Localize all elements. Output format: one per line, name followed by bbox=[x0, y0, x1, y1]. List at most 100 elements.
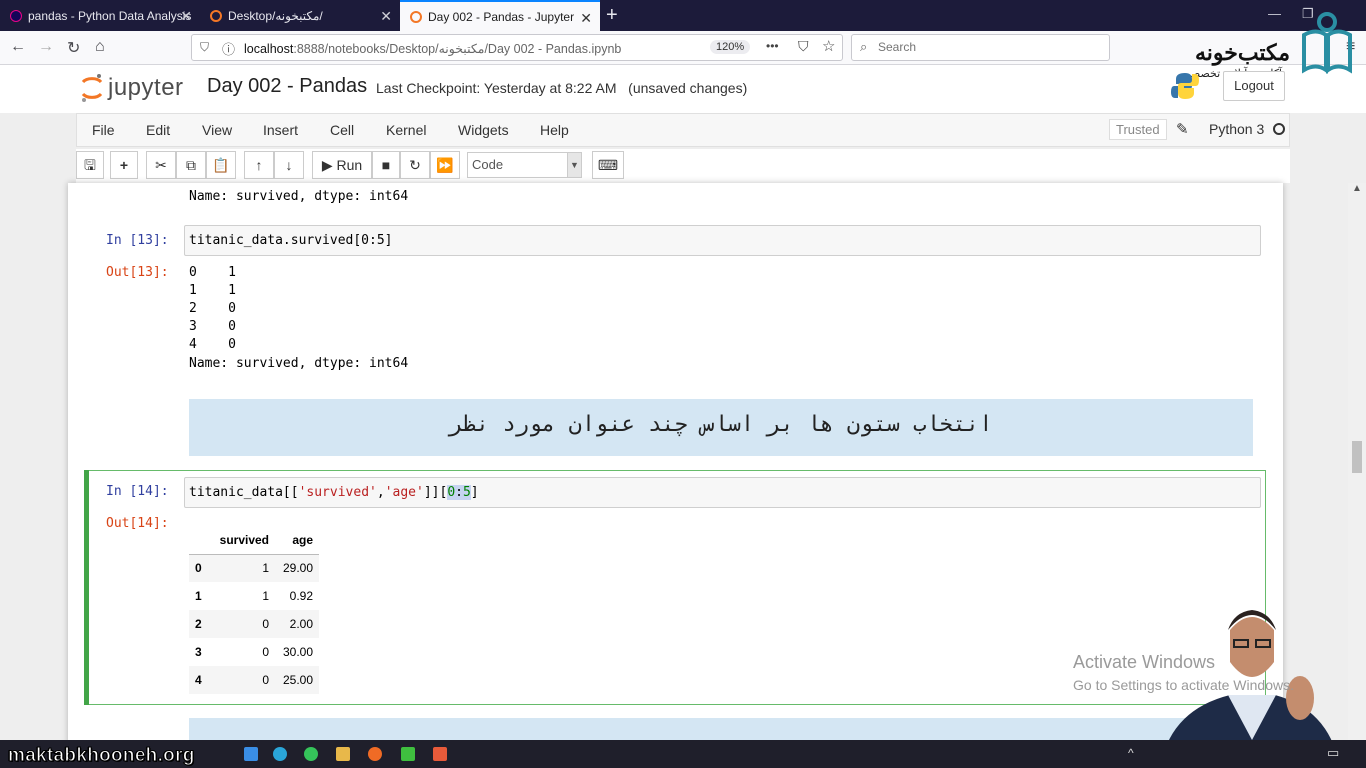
move-down-icon[interactable]: ↓ bbox=[274, 151, 304, 179]
stop-icon[interactable]: ■ bbox=[372, 151, 400, 179]
mail-icon[interactable] bbox=[244, 747, 258, 761]
keyboard-icon[interactable]: ⌨ bbox=[592, 151, 624, 179]
table-index-cell: 3 bbox=[195, 645, 202, 659]
table-cell: 0 bbox=[262, 645, 269, 659]
menu-file[interactable]: File bbox=[92, 122, 115, 138]
restart-run-all-icon[interactable]: ⏩ bbox=[430, 151, 460, 179]
browser-tab-pandas-docs[interactable]: pandas - Python Data Analysis ✕ bbox=[0, 0, 200, 31]
camtasia-icon[interactable] bbox=[401, 747, 415, 761]
table-cell: 30.00 bbox=[282, 645, 313, 659]
zoom-level[interactable]: 120% bbox=[710, 40, 751, 54]
cell13-output-line: 2 0 bbox=[189, 301, 236, 316]
pocket-icon[interactable]: ⛉ bbox=[798, 38, 809, 55]
table-cell: 0.92 bbox=[289, 589, 313, 603]
markdown-heading-text: انتخاب ستون ها بر اساس چند عنوان مورد نظ… bbox=[449, 412, 993, 437]
notification-icon[interactable]: ▭ bbox=[1327, 745, 1339, 761]
menu-bar: File Edit View Insert Cell Kernel Widget… bbox=[76, 113, 1290, 147]
table-index-cell: 2 bbox=[195, 617, 202, 631]
previous-output-tail: Name: survived, dtype: int64 bbox=[189, 189, 409, 204]
close-tab-icon[interactable]: ✕ bbox=[580, 10, 592, 27]
table-header-age: age bbox=[275, 526, 319, 555]
browser-tab-bar: pandas - Python Data Analysis ✕ Desktop/… bbox=[0, 0, 1366, 31]
info-icon[interactable]: ⓘ bbox=[222, 39, 235, 58]
cell14-in-prompt: In [14]: bbox=[106, 484, 169, 499]
close-tab-icon[interactable]: ✕ bbox=[380, 8, 392, 25]
run-icon: ▶ bbox=[321, 157, 333, 173]
table-cell: 1 bbox=[262, 589, 269, 603]
dataframe-output-table: survived age 0 1 29.00 1 1 0.92 2 0 2.00… bbox=[189, 526, 319, 694]
move-up-icon[interactable]: ↑ bbox=[244, 151, 274, 179]
menu-widgets[interactable]: Widgets bbox=[458, 122, 509, 138]
home-icon[interactable]: ⌂ bbox=[95, 38, 105, 56]
search-box[interactable]: ⌕ bbox=[851, 34, 1110, 61]
menu-view[interactable]: View bbox=[202, 122, 232, 138]
brand-name: مکتب‌خونه bbox=[1194, 40, 1290, 65]
run-button[interactable]: ▶ Run bbox=[312, 151, 372, 179]
save-icon[interactable]: 🖫 bbox=[76, 151, 104, 179]
whatsapp-icon[interactable] bbox=[304, 747, 318, 761]
page-actions-icon[interactable]: ••• bbox=[766, 39, 779, 53]
menu-cell[interactable]: Cell bbox=[330, 122, 354, 138]
table-row: 4 0 25.00 bbox=[189, 666, 319, 694]
search-icon: ⌕ bbox=[860, 39, 868, 54]
jupyter-logo-text[interactable]: jupyter bbox=[108, 74, 184, 102]
restart-icon[interactable]: ↻ bbox=[400, 151, 430, 179]
cell13-output-line: 3 0 bbox=[189, 319, 236, 334]
insert-cell-icon[interactable]: + bbox=[110, 151, 138, 179]
table-index-cell: 1 bbox=[195, 589, 202, 603]
cell13-output-line: 1 1 bbox=[189, 283, 236, 298]
browser-tab-desktop[interactable]: Desktop/مکتبخونه/ ✕ bbox=[200, 0, 400, 31]
menu-help[interactable]: Help bbox=[540, 122, 569, 138]
kernel-idle-indicator-icon bbox=[1273, 123, 1285, 135]
markdown-heading-cell[interactable]: انتخاب ستون ها بر اساس چند عنوان مورد نظ… bbox=[189, 399, 1253, 456]
cell-type-select[interactable]: Code ▼ bbox=[467, 152, 582, 178]
brand-logo-icon bbox=[1302, 12, 1352, 74]
kernel-name[interactable]: Python 3 bbox=[1209, 121, 1264, 137]
cell13-code-input[interactable]: titanic_data.survived[0:5] bbox=[184, 225, 1261, 256]
python-logo-icon bbox=[1171, 73, 1199, 99]
jupyter-favicon-icon bbox=[210, 9, 222, 22]
notebook-title[interactable]: Day 002 - Pandas bbox=[207, 75, 367, 98]
checkpoint-status: Last Checkpoint: Yesterday at 8:22 AM (u… bbox=[376, 80, 748, 96]
edit-pencil-icon[interactable]: ✎ bbox=[1176, 120, 1189, 138]
file-explorer-icon[interactable] bbox=[336, 747, 350, 761]
new-tab-icon[interactable]: + bbox=[606, 4, 618, 27]
trusted-badge[interactable]: Trusted bbox=[1109, 119, 1167, 140]
pandas-favicon-icon bbox=[10, 9, 22, 22]
logout-button[interactable]: Logout bbox=[1223, 71, 1285, 101]
copy-icon[interactable]: ⧉ bbox=[176, 151, 206, 179]
bookmark-star-icon[interactable]: ☆ bbox=[822, 37, 835, 55]
cut-icon[interactable]: ✂ bbox=[146, 151, 176, 179]
scrollbar-thumb[interactable] bbox=[1352, 441, 1362, 473]
telegram-icon[interactable] bbox=[273, 747, 287, 761]
close-tab-icon[interactable]: ✕ bbox=[180, 8, 192, 25]
back-arrow-icon[interactable]: ← bbox=[10, 38, 26, 56]
table-index-cell: 0 bbox=[195, 561, 202, 576]
selected-cell-indicator bbox=[84, 470, 89, 705]
site-watermark: maktabkhooneh.org bbox=[8, 745, 195, 767]
tray-chevron-up-icon[interactable]: ^ bbox=[1128, 746, 1134, 760]
jupyter-logo-icon bbox=[81, 74, 103, 102]
cell13-out-prompt: Out[13]: bbox=[106, 265, 169, 280]
firefox-icon[interactable] bbox=[368, 747, 382, 761]
url-bar[interactable]: ⛉ ⓘ localhost:8888/notebooks/Desktop/مکت… bbox=[191, 34, 843, 61]
menu-kernel[interactable]: Kernel bbox=[386, 122, 426, 138]
notebook-toolbar: 🖫 + ✂ ⧉ 📋 ↑ ↓ ▶ Run ■ ↻ ⏩ Code ▼ ⌨ bbox=[76, 149, 1290, 183]
scroll-up-icon[interactable]: ▲ bbox=[1352, 183, 1362, 194]
table-row: 0 1 29.00 bbox=[189, 554, 319, 582]
browser-tab-notebook[interactable]: Day 002 - Pandas - Jupyter Not ✕ bbox=[400, 0, 600, 31]
table-cell: 0 bbox=[262, 673, 269, 687]
paste-icon[interactable]: 📋 bbox=[206, 151, 236, 179]
minimize-icon[interactable]: — bbox=[1268, 6, 1281, 21]
recorder-icon[interactable] bbox=[433, 747, 447, 761]
cell14-code-input[interactable]: titanic_data[['survived','age']][0:5] bbox=[184, 477, 1261, 508]
search-input[interactable] bbox=[878, 40, 1098, 54]
cell13-in-prompt: In [13]: bbox=[106, 233, 169, 248]
cell14-out-prompt: Out[14]: bbox=[106, 516, 169, 531]
forward-arrow-icon[interactable]: → bbox=[38, 38, 54, 56]
menu-edit[interactable]: Edit bbox=[146, 122, 170, 138]
table-row: 2 0 2.00 bbox=[189, 610, 319, 638]
table-cell: 1 bbox=[262, 561, 269, 576]
reload-icon[interactable]: ↻ bbox=[67, 38, 80, 58]
menu-insert[interactable]: Insert bbox=[263, 122, 298, 138]
